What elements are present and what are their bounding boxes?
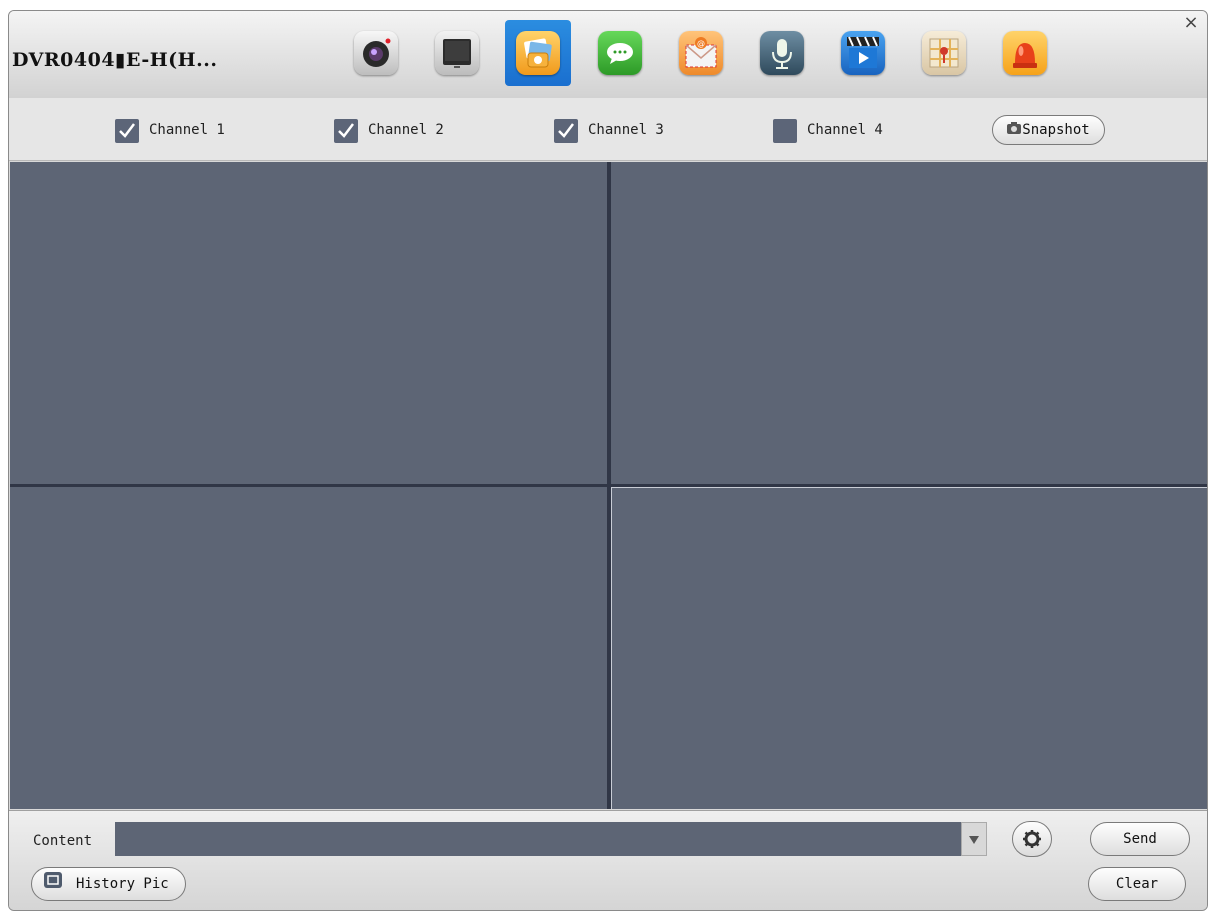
video-cell-channel-2[interactable] [611,162,1207,484]
channel-option-bar: Channel 1 Channel 2 Channel 3 Channel 4 … [9,98,1207,161]
video-cell-channel-4[interactable] [611,487,1207,809]
snapshot-photos-icon [516,31,560,75]
video-cell-channel-1[interactable] [10,162,607,484]
map-tool-button[interactable] [911,20,977,86]
clear-button[interactable]: Clear [1088,867,1186,901]
video-grid [10,162,1207,809]
camera-lens-icon [354,31,398,75]
audio-tool-button[interactable] [749,20,815,86]
history-pic-button[interactable]: History Pic [31,867,186,901]
chat-bubble-icon [598,31,642,75]
alarm-tool-button[interactable] [992,20,1058,86]
chat-tool-button[interactable] [587,20,653,86]
email-tool-button[interactable]: @ [668,20,734,86]
chevron-down-icon [969,836,979,844]
close-icon[interactable]: × [1181,13,1201,33]
content-dropdown-button[interactable] [961,822,987,856]
video-cell-channel-3[interactable] [10,487,607,809]
channel-label: Channel 4 [807,122,883,138]
bottom-bar: Content Send History Pic Clear [9,810,1207,910]
video-tool-button[interactable] [830,20,896,86]
camera-icon [1007,116,1022,144]
snapshot-tool-button[interactable] [505,20,571,86]
app-window: DVR0404▮E-H(H... @ × Channel 1 Channel 2… [8,10,1208,911]
channel-label: Channel 2 [368,122,444,138]
checkbox-box [554,119,578,143]
microphone-icon [760,31,804,75]
send-button[interactable]: Send [1090,822,1190,856]
history-pic-label: History Pic [76,876,169,892]
email-icon: @ [679,31,723,75]
device-title: DVR0404▮E-H(H... [12,49,218,71]
checkbox-box [334,119,358,143]
gear-icon [1023,830,1041,848]
channel-label: Channel 1 [149,122,225,138]
svg-text:@: @ [697,39,705,48]
snapshot-label: Snapshot [1022,122,1090,138]
channel-label: Channel 3 [588,122,664,138]
camera-tool-button[interactable] [343,20,409,86]
settings-button[interactable] [1012,821,1052,857]
monitor-icon [435,31,479,75]
checkbox-box [773,119,797,143]
content-label: Content [33,833,93,849]
checkbox-box [115,119,139,143]
map-pin-icon [922,31,966,75]
history-photo-icon [44,868,62,900]
snapshot-button[interactable]: Snapshot [992,115,1105,145]
content-field[interactable] [115,822,961,856]
title-bar: DVR0404▮E-H(H... @ × [9,11,1207,99]
monitor-tool-button[interactable] [424,20,490,86]
video-clapper-icon [841,31,885,75]
alarm-siren-icon [1003,31,1047,75]
